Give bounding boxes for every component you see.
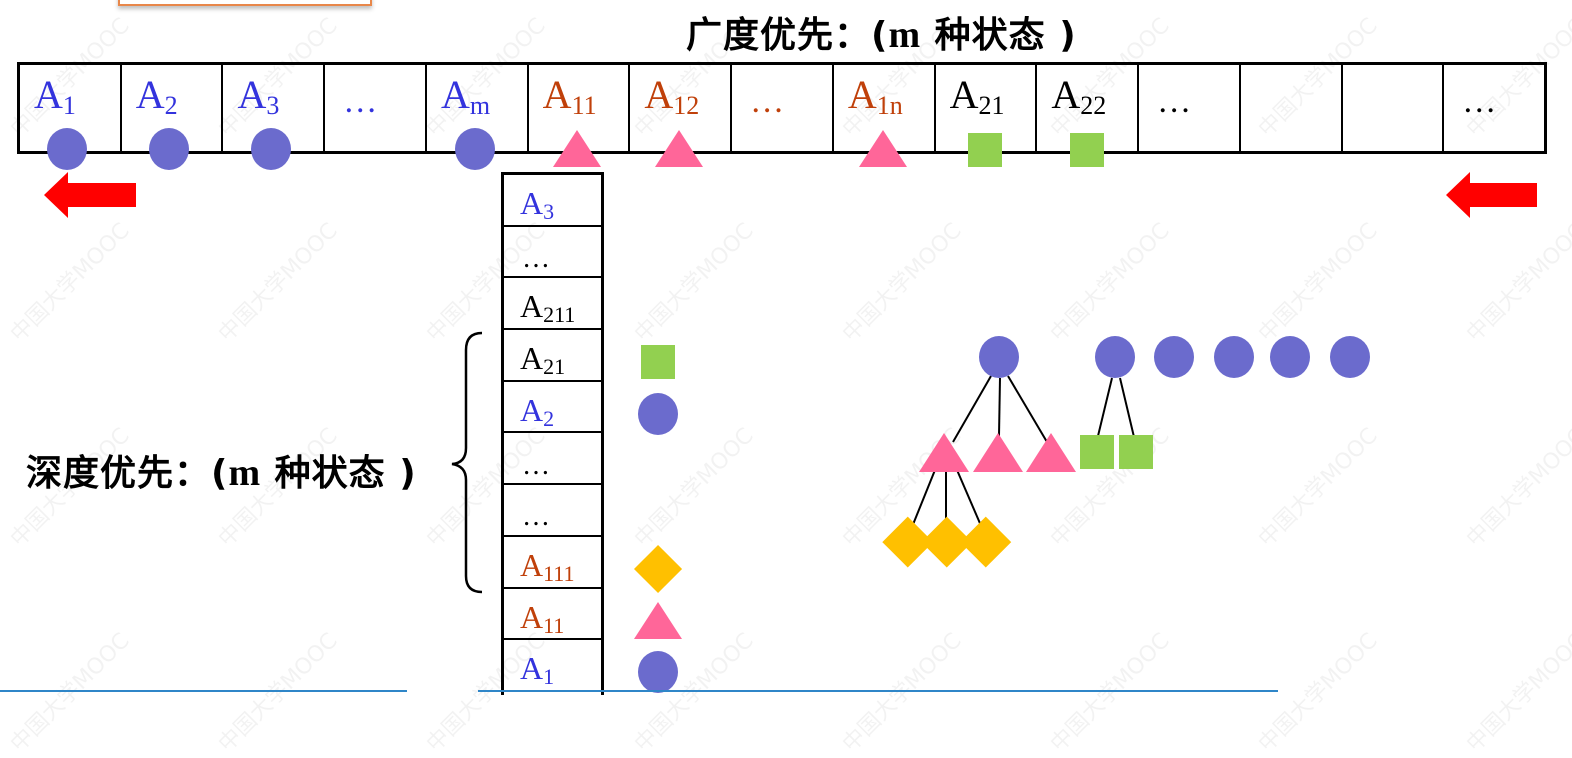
state-label-subscript: 211 [543,302,576,328]
state-label-base: A [520,185,544,221]
state-label: … [522,449,550,481]
circle-marker-icon [47,128,87,170]
stack-cell: A111 [504,537,601,589]
circle-marker-icon [638,651,678,694]
triangle-marker-icon [919,432,969,472]
state-label-base: A [520,391,544,428]
dfs-title-prefix: 深度优先：( [26,453,229,494]
stack-cell: A3 [504,175,601,227]
circle-marker-icon [1214,336,1254,378]
dfs-title-m: m [228,452,262,494]
stack-cell: … [504,227,601,279]
state-label-base: A [520,340,544,377]
stack-cell: … [504,485,601,537]
state-label: A11 [520,598,564,637]
state-label-base: … [522,449,550,481]
circle-marker-icon [638,392,678,435]
bottom-line [0,690,407,692]
tree-edge [1097,377,1113,437]
tree-edge [998,377,1001,437]
state-label-base: A [520,598,544,635]
state-label-subscript: 21 [543,354,566,380]
circle-marker-icon [1154,336,1194,378]
dfs-title-suffix: 种状态 ) [261,453,417,494]
state-label-base: A [520,546,544,583]
circle-marker-icon [455,128,495,170]
triangle-marker-icon [655,130,703,168]
state-label-subscript: 2 [543,405,555,431]
state-label: … [522,503,550,531]
tree-edge [1119,377,1135,438]
stack-cell: A11 [504,589,601,641]
state-label-base: … [522,242,550,274]
state-label-base: A [520,650,544,687]
dfs-stack: A3… A211 A21 A2…… A111 A11 A1 [501,172,604,695]
state-label: A2 [520,391,554,430]
state-label-subscript: 11 [543,612,565,638]
triangle-marker-icon [553,130,601,168]
stack-cell: A211 [504,278,601,331]
tree-edge [911,469,936,528]
state-label: … [522,242,550,274]
state-label-subscript: 3 [543,199,555,224]
square-marker-icon [1070,133,1104,167]
circle-marker-icon [1270,336,1310,378]
state-label-subscript: 1 [543,664,555,690]
square-marker-icon [968,133,1002,167]
stack-cell: … [504,434,601,486]
tree-edge [956,469,983,529]
state-label-base: A [520,288,544,325]
state-label: A21 [520,340,565,378]
triangle-marker-icon [859,130,907,168]
dfs-title: 深度优先：(m 种状态 ) [26,444,417,496]
square-marker-icon [1080,435,1114,469]
left-arrow-icon [1446,172,1537,218]
state-label: A111 [520,546,574,585]
square-marker-icon [1119,435,1153,469]
stack-cell: A2 [504,382,601,434]
state-label-base: … [522,501,550,533]
stack-cell: A21 [504,330,601,382]
square-marker-icon [641,344,675,379]
state-label: A3 [520,185,554,223]
triangle-marker-icon [973,432,1023,472]
triangle-marker-icon [634,601,682,639]
circle-marker-icon [149,128,189,170]
circle-marker-icon [1095,336,1135,378]
bottom-line [478,690,1278,692]
stack-cell: A1 [504,640,601,692]
state-label: A211 [520,288,575,326]
left-arrow-icon [44,172,136,218]
state-label-subscript: 111 [543,560,575,586]
triangle-marker-icon [1026,432,1076,472]
circle-marker-icon [251,128,291,170]
circle-marker-icon [1330,336,1370,378]
state-label: A1 [520,650,554,688]
circle-marker-icon [979,336,1019,378]
curly-brace [451,331,483,594]
